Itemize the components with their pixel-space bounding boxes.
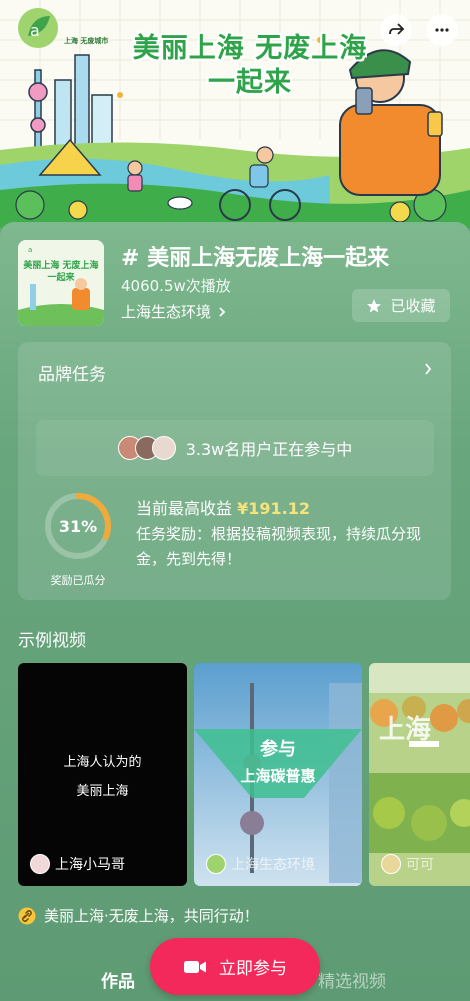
chevron-right-icon[interactable] <box>423 362 433 376</box>
camera-icon <box>184 960 206 973</box>
max-earnings: 当前最高收益 ¥191.12 <box>136 495 310 519</box>
topic-title: # 美丽上海无废上海一起来 <box>121 246 390 271</box>
publisher-name: 上海生态环境 <box>121 303 212 321</box>
avatar <box>381 854 401 874</box>
participant-avatars <box>117 436 176 460</box>
share-button[interactable] <box>380 14 412 46</box>
max-earnings-amount: ¥191.12 <box>237 499 310 518</box>
logo-caption: 上海 无废城市 <box>64 37 109 45</box>
slogan-text: 美丽上海·无废上海，共同行动！ <box>44 907 259 925</box>
avatar <box>30 854 50 874</box>
video-author: 上海小马哥 <box>30 854 125 874</box>
video-caption-line1: 上海人认为的 <box>63 755 142 770</box>
video-caption-line2: 美丽上海 <box>76 784 129 799</box>
video-thumbnail: 参与 上海碳普惠 <box>194 663 362 886</box>
play-count: 4060.5w次播放 <box>121 277 231 295</box>
more-button[interactable] <box>426 14 458 46</box>
slogan: 美丽上海·无废上海，共同行动！ <box>18 905 259 926</box>
avatar <box>151 436 176 460</box>
svg-text:a: a <box>30 21 40 40</box>
sample-videos-heading: 示例视频 <box>18 631 86 651</box>
video-thumbnail: 上海 <box>369 663 470 886</box>
video-author-name: 上海生态环境 <box>231 857 315 873</box>
participants-bar: 3.3w名用户正在参与中 <box>36 420 434 476</box>
chevron-right-icon <box>219 306 226 317</box>
sample-video-3[interactable]: 上海 可可 <box>369 663 470 886</box>
favorite-button[interactable]: 已收藏 <box>352 289 450 322</box>
sample-video-2[interactable]: 参与 上海碳普惠 上海生态环境 <box>194 663 362 886</box>
video-author-name: 可可 <box>406 857 434 873</box>
share-icon <box>389 23 405 35</box>
topic-thumbnail[interactable]: 美丽上海 无废上海 一起来 a <box>18 240 104 326</box>
video-author-name: 上海小马哥 <box>55 857 125 873</box>
video-author: 可可 <box>381 854 434 874</box>
reward-description: 任务奖励：根据投稿视频表现，持续瓜分现金，先到先得！ <box>136 525 422 568</box>
avatar <box>206 854 226 874</box>
link-icon <box>18 907 36 924</box>
join-now-button[interactable]: 立即参与 <box>150 938 320 995</box>
brand-logo: a 上海 无废城市 <box>16 6 108 50</box>
thumbnail-illustration: 美丽上海 无废上海 一起来 a <box>18 240 104 326</box>
topic-banner: a 上海 无废城市 美丽上海 无废上海 一起来 <box>0 0 470 228</box>
reward-progress-label: 奖励已瓜分 <box>50 574 106 587</box>
leaf-logo-icon: a <box>18 8 58 48</box>
video-author: 上海生态环境 <box>206 854 315 874</box>
video-overlay-title: 上海 <box>379 715 431 745</box>
brand-task-heading: 品牌任务 <box>38 365 106 385</box>
sample-video-1[interactable]: 上海人认为的 美丽上海 上海小马哥 <box>18 663 187 886</box>
reward-progress-percent: 31% <box>58 516 98 536</box>
video-overlay-subtitle: 上海碳普惠 <box>240 767 315 785</box>
tab-works[interactable]: 作品 <box>101 967 135 992</box>
banner-title: 美丽上海 无废上海 一起来 <box>120 32 380 100</box>
more-icon <box>435 28 449 32</box>
svg-text:a: a <box>28 246 32 254</box>
publisher-link[interactable]: 上海生态环境 <box>121 301 227 322</box>
banner-title-line1: 美丽上海 无废上海 <box>132 33 368 64</box>
svg-text:一起来: 一起来 <box>47 271 75 283</box>
participants-text: 3.3w名用户正在参与中 <box>185 440 353 459</box>
svg-text:美丽上海 无废上海: 美丽上海 无废上海 <box>23 259 98 271</box>
brand-task-card[interactable]: 品牌任务 3.3w名用户正在参与中 31% 奖励已瓜分 当前最高收益 ¥191.… <box>18 342 451 600</box>
tab-featured-videos[interactable]: 精选视频 <box>318 967 386 992</box>
video-caption: 上海人认为的 美丽上海 <box>18 748 187 806</box>
max-earnings-label: 当前最高收益 <box>136 499 233 518</box>
banner-title-line2: 一起来 <box>208 67 292 98</box>
star-icon <box>367 298 382 312</box>
video-overlay-title: 参与 <box>260 738 296 760</box>
favorite-label: 已收藏 <box>390 297 436 315</box>
join-now-label: 立即参与 <box>219 959 287 979</box>
